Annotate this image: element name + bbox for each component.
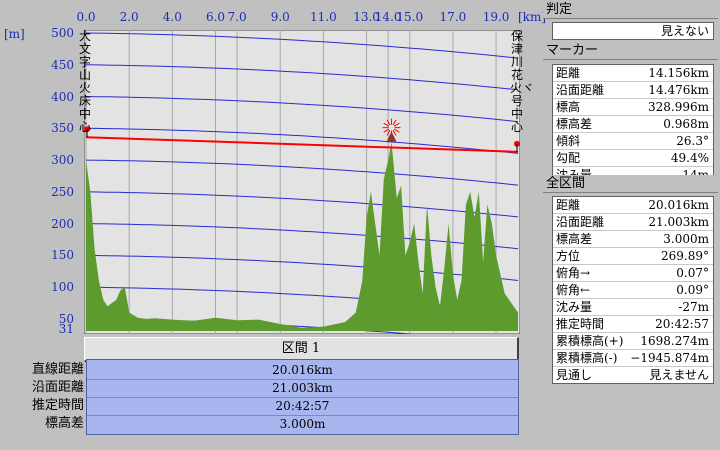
section-stat-key: 俯角→ (556, 266, 591, 280)
section-stat-value: 21.003km (648, 215, 709, 229)
distance-tick-label: 15.0 (396, 10, 424, 24)
distance-tick-label: 0.0 (76, 10, 96, 24)
section-stat-value: 0.07° (676, 266, 709, 280)
marker-stat-key: 勾配 (556, 151, 581, 165)
section-stat-key: 沈み量 (556, 300, 593, 314)
distance-tick-label: 7.0 (227, 10, 247, 24)
section-stat-key: 推定時間 (556, 317, 605, 331)
straight-distance-value: 20.016km (272, 363, 333, 377)
marker-stat-row: 沿面距離 14.476km (553, 82, 713, 99)
marker-stat-key: 標高 (556, 100, 581, 114)
distance-tick-label: 17.0 (439, 10, 467, 24)
elevation-tick-label: 150 (51, 248, 74, 263)
surface-distance-label: 沿面距離 (31, 380, 84, 395)
judgement-header: 判定 (543, 1, 718, 19)
section-stat-value: 3.000m (663, 232, 709, 246)
distance-tick-label: 2.0 (119, 10, 139, 24)
section-stat-row: 沈み量 -27m (553, 299, 713, 316)
marker-stat-value: 328.996m (647, 100, 709, 114)
end-point-label: 保津川花火ヾ号中心 (510, 29, 535, 134)
section-info-box: 20.016km 21.003km 20:42:57 3.000m (86, 359, 519, 435)
estimated-time-value: 20:42:57 (275, 399, 330, 413)
marker-stat-value: 14.476km (648, 83, 709, 97)
distance-tick-label: 11.0 (310, 10, 337, 24)
start-point-label: 大文字山火床中心 (78, 29, 91, 134)
section-stat-row: 累積標高(+) 1698.274m (553, 333, 713, 350)
distance-unit: [km] (518, 10, 547, 24)
section-stat-key: 累積標高(+) (556, 334, 624, 348)
marker-info-box: 距離 14.156km 沿面距離 14.476km 標高 328.996m 標高差 0.968… (552, 64, 714, 184)
marker-stat-row: 標高 328.996m (553, 99, 713, 116)
marker-stat-value: 0.968m (663, 117, 709, 131)
section-stat-key: 見通し (556, 368, 593, 382)
section-stat-row: 距離 20.016km (553, 197, 713, 214)
all-section-header: 全区間 (543, 175, 718, 193)
section-stat-value: 20.016km (648, 198, 709, 212)
straight-distance-label: 直線距離 (31, 362, 84, 377)
section-stat-row: 沿面距離 21.003km (553, 214, 713, 231)
section-stat-row: 推定時間 20:42:57 (553, 316, 713, 333)
marker-stat-value: 26.3° (676, 134, 709, 148)
marker-stat-key: 標高差 (556, 117, 593, 131)
section-stat-row: 方位 269.89° (553, 248, 713, 265)
judgement-value: 見えない (660, 24, 709, 38)
elevation-diff-value: 3.000m (279, 417, 326, 431)
marker-stat-key: 距離 (556, 66, 581, 80)
section-stat-row: 標高差 3.000m (553, 231, 713, 248)
marker-stat-value: 49.4% (670, 151, 709, 165)
marker-stat-row: 傾斜 26.3° (553, 133, 713, 150)
section-stat-value: 269.89° (661, 249, 709, 263)
section-stat-value: 20:42:57 (655, 317, 709, 331)
section-stat-value: −1945.874m (630, 351, 709, 365)
elevation-profile-chart (84, 30, 520, 334)
section-stat-key: 沿面距離 (556, 215, 605, 229)
distance-tick-label: 6.0 (205, 10, 226, 24)
section-stat-row: 見通し 見えません (553, 367, 713, 383)
section-stat-key: 距離 (556, 198, 581, 212)
section-stat-value: 0.09° (676, 283, 709, 297)
marker-header: マーカー (543, 42, 718, 60)
elevation-diff-label: 標高差 (44, 416, 84, 431)
surface-distance-value: 21.003km (272, 381, 333, 395)
section-stat-key: 方位 (556, 249, 581, 263)
distance-tick-label: 19.0 (482, 10, 510, 24)
elevation-tick-label: 500 (51, 26, 74, 40)
marker-stat-row: 標高差 0.968m (553, 116, 713, 133)
elevation-tick-label: 250 (51, 184, 74, 199)
estimated-time-label: 推定時間 (31, 398, 84, 413)
marker-stat-row: 距離 14.156km (553, 65, 713, 82)
elevation-tick-label: 300 (51, 153, 74, 168)
distance-tick-label: 9.0 (270, 10, 290, 24)
all-section-info-box: 距離 20.016km 沿面距離 21.003km 標高差 3.000m 方位 269.89°… (552, 196, 714, 384)
marker-stat-row: 勾配 49.4% (553, 150, 713, 167)
elevation-tick-label: 450 (51, 57, 74, 72)
section-stat-row: 累積標高(-) −1945.874m (553, 350, 713, 367)
elevation-tick-label: 31 (58, 322, 74, 336)
judgement-box: 見えない (552, 22, 714, 40)
elevation-tick-label: 350 (51, 121, 74, 136)
section-stat-row: 俯角→ 0.07° (553, 265, 713, 282)
section-stat-row: 俯角← 0.09° (553, 282, 713, 299)
elevation-tick-label: 100 (51, 280, 74, 295)
elevation-tick-label: 200 (51, 216, 74, 231)
distance-tick-label: 4.0 (162, 10, 182, 24)
section-stat-value: 見えません (649, 368, 709, 382)
section-stat-value: -27m (678, 300, 709, 314)
elevation-tick-label: 400 (51, 89, 74, 104)
section-stat-value: 1698.274m (640, 334, 709, 348)
marker-stat-key: 傾斜 (556, 134, 581, 148)
marker-stat-key: 沿面距離 (556, 83, 605, 97)
section-stat-key: 俯角← (556, 283, 591, 297)
section-stat-key: 累積標高(-) (556, 351, 618, 365)
section-stat-key: 標高差 (556, 232, 593, 246)
elevation-unit: [m] (4, 27, 25, 41)
marker-stat-value: 14.156km (648, 66, 709, 80)
